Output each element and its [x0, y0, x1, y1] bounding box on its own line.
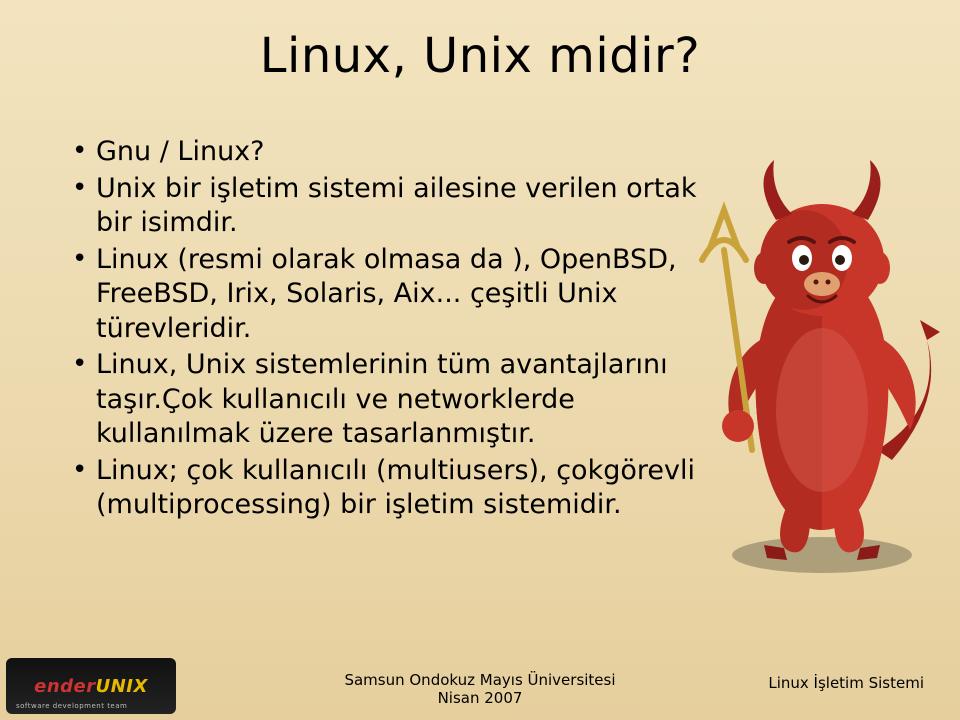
bullet-item: Unix bir işletim sistemi ailesine verile…: [70, 172, 710, 241]
bullet-item: Gnu / Linux?: [70, 135, 710, 170]
slide-body: Gnu / Linux? Unix bir işletim sistemi ai…: [70, 135, 710, 525]
footer-topic: Linux İşletim Sistemi: [768, 674, 924, 692]
bullet-item: Linux, Unix sistemlerinin tüm avantajlar…: [70, 348, 710, 452]
footer-date: Nisan 2007: [0, 689, 960, 708]
bullet-item: Linux (resmi olarak olmasa da ), OpenBSD…: [70, 243, 710, 347]
bsd-daemon-mascot-icon: [692, 150, 952, 580]
bullet-item: Linux; çok kullanıcılı (multiusers), çok…: [70, 454, 710, 523]
slide-title: Linux, Unix midir?: [0, 28, 960, 84]
